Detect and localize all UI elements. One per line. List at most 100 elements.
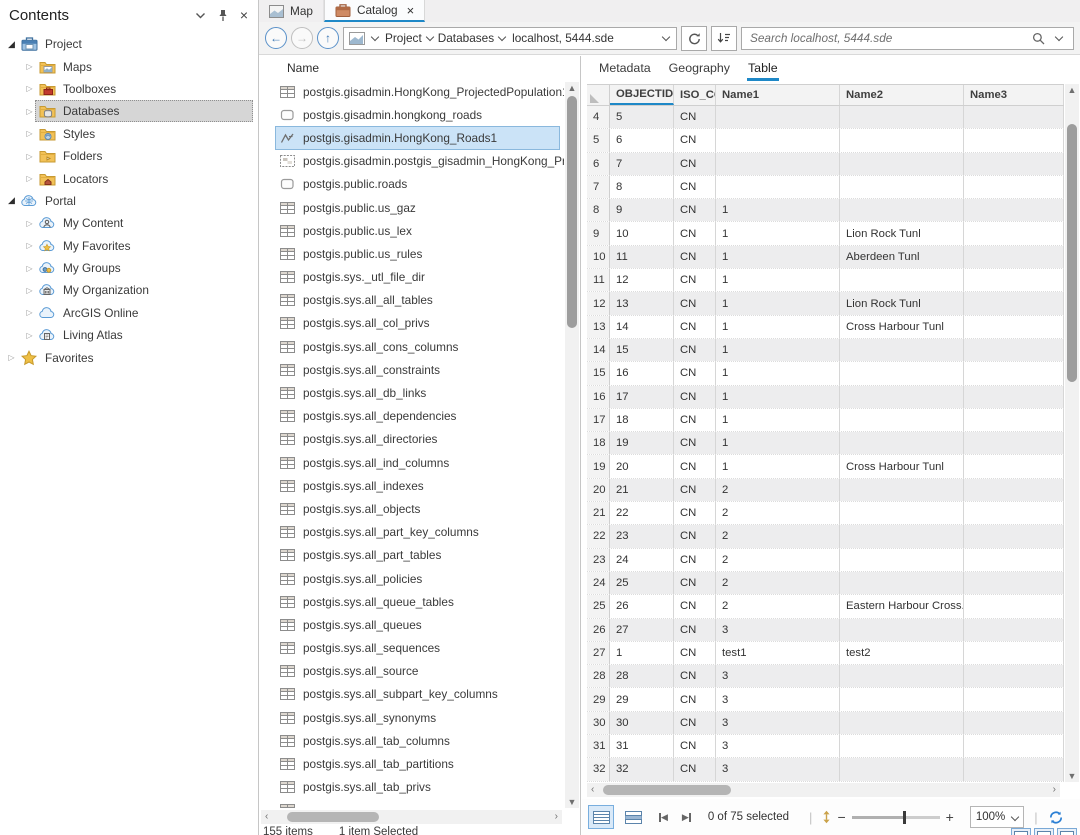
list-item-postgis-sys-all-tab-columns[interactable]: postgis.sys.all_tab_columns [275,729,560,752]
sidebar-item-styles[interactable]: ▷Styles [0,123,258,145]
table-cell[interactable]: 29 [610,688,674,710]
table-cell[interactable] [840,758,964,780]
table-cell[interactable]: CN [674,409,716,431]
sidebar-item-locators[interactable]: ▷Locators [0,167,258,189]
table-cell[interactable]: CN [674,292,716,314]
expand-arrow-icon[interactable]: ▷ [24,264,35,273]
table-cell[interactable]: 9 [610,199,674,221]
row-number-cell[interactable]: 32 [587,758,610,780]
table-cell[interactable] [964,688,1064,710]
table-full-view-button[interactable] [588,805,614,829]
view-tab-catalog[interactable]: Catalog× [324,0,425,22]
table-cell[interactable]: Cross Harbour Tunl [840,316,964,338]
expand-arrow-icon[interactable]: ▷ [24,107,35,116]
row-number-cell[interactable]: 4 [587,106,610,128]
table-cell[interactable] [964,339,1064,361]
table-cell[interactable]: CN [674,386,716,408]
table-cell[interactable]: CN [674,525,716,547]
table-cell[interactable] [840,386,964,408]
table-cell[interactable]: Eastern Harbour Cross... [840,595,964,617]
float-view-button[interactable] [1057,828,1077,835]
zoom-out-button[interactable]: − [831,809,851,825]
zoom-level-select[interactable]: 100% [970,806,1024,828]
scroll-left-icon[interactable]: ‹ [265,810,268,824]
table-cell[interactable]: 3 [716,758,840,780]
table-cell[interactable]: 5 [610,106,674,128]
table-cell[interactable]: CN [674,362,716,384]
table-cell[interactable]: test1 [716,642,840,664]
row-number-cell[interactable]: 29 [587,688,610,710]
table-cell[interactable]: CN [674,269,716,291]
table-cell[interactable]: 1 [716,409,840,431]
list-item-postgis-sys-all-constraints[interactable]: postgis.sys.all_constraints [275,358,560,381]
sidebar-item-toolboxes[interactable]: ▷Toolboxes [0,78,258,100]
table-cell[interactable]: 1 [716,362,840,384]
zoom-slider-thumb[interactable] [903,811,906,824]
sidebar-item-favorites[interactable]: ▷Favorites [0,346,258,368]
row-number-cell[interactable]: 19 [587,455,610,477]
list-item-postgis-gisadmin-postgis-gisadmin-hongkong-proje[interactable]: postgis.gisadmin.postgis_gisadmin_HongKo… [275,150,560,173]
table-cell[interactable] [840,502,964,524]
list-item-postgis-public-us-rules[interactable]: postgis.public.us_rules [275,242,560,265]
table-cell[interactable] [964,129,1064,151]
column-header-name2[interactable]: Name2 [840,85,964,105]
table-cell[interactable]: CN [674,712,716,734]
select-all-corner[interactable] [587,85,610,105]
table-cell[interactable]: CN [674,479,716,501]
table-cell[interactable] [840,712,964,734]
pin-icon[interactable] [218,9,228,22]
row-number-cell[interactable]: 7 [587,176,610,198]
table-cell[interactable] [964,525,1064,547]
table-cell[interactable]: 2 [716,479,840,501]
sidebar-item-portal[interactable]: ◢Portal [0,190,258,212]
row-number-cell[interactable]: 28 [587,665,610,687]
table-cell[interactable] [840,199,964,221]
list-item-postgis-gisadmin-hongkong-roads[interactable]: postgis.gisadmin.hongkong_roads [275,103,560,126]
table-cell[interactable]: 1 [716,386,840,408]
list-item-postgis-sys-all-queue-tables[interactable]: postgis.sys.all_queue_tables [275,590,560,613]
table-cell[interactable]: CN [674,572,716,594]
list-item-postgis-sys-all-objects[interactable]: postgis.sys.all_objects [275,497,560,520]
table-cell[interactable]: 20 [610,455,674,477]
table-cell[interactable]: 8 [610,176,674,198]
list-item-postgis-sys-utl-file-dir[interactable]: postgis.sys._utl_file_dir [275,266,560,289]
expand-arrow-icon[interactable]: ▷ [24,84,35,93]
breadcrumb-segment-databases[interactable]: Databases [438,31,494,45]
sidebar-item-folders[interactable]: ▷Folders [0,145,258,167]
column-header-objectid[interactable]: OBJECTID * [610,85,674,105]
sidebar-item-maps[interactable]: ▷Maps [0,55,258,77]
table-cell[interactable] [964,316,1064,338]
table-cell[interactable]: 3 [716,619,840,641]
table-cell[interactable]: 10 [610,222,674,244]
scroll-down-icon[interactable]: ▼ [565,796,579,808]
table-cell[interactable]: 3 [716,688,840,710]
column-header-name1[interactable]: Name1 [716,85,840,105]
table-cell[interactable]: 32 [610,758,674,780]
row-number-cell[interactable]: 12 [587,292,610,314]
table-cell[interactable] [964,549,1064,571]
table-cell[interactable]: CN [674,153,716,175]
zoom-slider[interactable] [852,816,940,819]
table-cell[interactable]: CN [674,665,716,687]
row-number-cell[interactable]: 21 [587,502,610,524]
table-cell[interactable]: 2 [716,595,840,617]
table-cell[interactable] [716,176,840,198]
table-cell[interactable] [840,269,964,291]
table-cell[interactable] [716,153,840,175]
tab-table[interactable]: Table [747,58,779,81]
table-cell[interactable]: CN [674,222,716,244]
table-cell[interactable]: 24 [610,549,674,571]
table-cell[interactable] [840,176,964,198]
sync-icon[interactable] [1048,810,1064,825]
row-number-cell[interactable]: 25 [587,595,610,617]
table-vertical-scrollbar[interactable]: ▲ ▼ [1065,84,1079,782]
scrollbar-thumb[interactable] [287,812,379,822]
search-dropdown-icon[interactable] [1055,33,1063,41]
table-cell[interactable]: 15 [610,339,674,361]
back-button[interactable]: ← [265,27,287,49]
sort-button[interactable] [711,26,737,51]
table-cell[interactable]: 6 [610,129,674,151]
table-cell[interactable]: 28 [610,665,674,687]
search-box[interactable] [741,27,1074,50]
scroll-down-icon[interactable]: ▼ [1065,770,1079,782]
